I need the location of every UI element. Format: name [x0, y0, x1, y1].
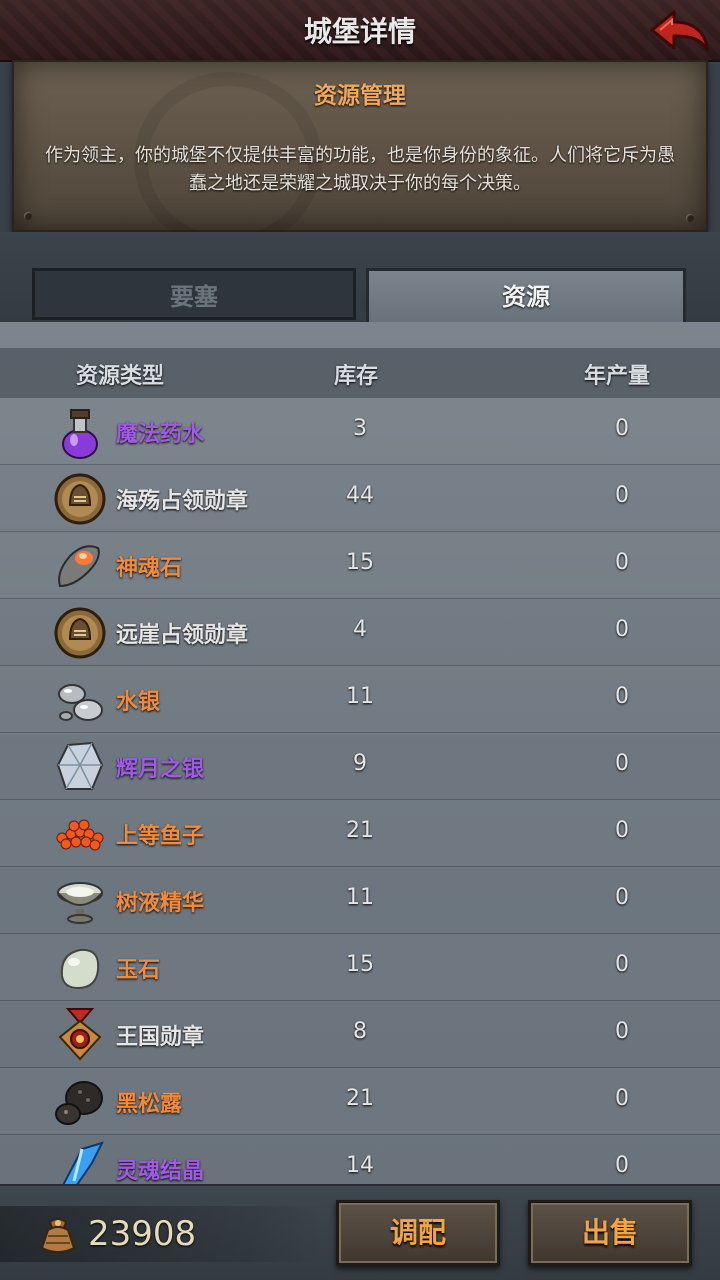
resource-stock: 15: [346, 550, 374, 575]
resource-stock: 9: [353, 751, 367, 776]
bottom-bar: 23908 调配 出售: [0, 1184, 720, 1280]
resource-stock: 3: [353, 416, 367, 441]
silver-crystal-icon: [52, 739, 108, 795]
resource-stock: 44: [346, 483, 374, 508]
back-button[interactable]: [646, 6, 712, 56]
tab-fortress[interactable]: 要塞: [32, 268, 356, 320]
table-row[interactable]: 玉石 15 0: [0, 934, 720, 1001]
jade-icon: [52, 940, 108, 996]
resource-name: 水银: [116, 690, 161, 715]
table-row[interactable]: 树液精华 11 0: [0, 867, 720, 934]
resource-yearly-output: 0: [615, 751, 629, 776]
resource-name: 灵魂结晶: [116, 1159, 205, 1184]
allocate-button[interactable]: 调配: [336, 1200, 500, 1266]
soul-stone-icon: [52, 538, 108, 594]
resource-name: 玉石: [116, 958, 161, 983]
table-row[interactable]: 灵魂结晶 14 0: [0, 1135, 720, 1184]
back-arrow-icon: [650, 10, 710, 52]
resource-stock: 21: [346, 818, 374, 843]
table-row[interactable]: 水银 11 0: [0, 666, 720, 733]
resource-stock: 14: [346, 1153, 374, 1178]
tab-resources[interactable]: 资源: [366, 268, 686, 324]
table-row[interactable]: 王国勋章 8 0: [0, 1001, 720, 1068]
column-header-yearly[interactable]: 年产量: [584, 358, 650, 390]
table-header: 资源类型 库存 年产量: [0, 348, 720, 398]
kingdom-medal-icon: [52, 1007, 108, 1063]
caviar-icon: [52, 806, 108, 862]
rivet: [686, 214, 694, 222]
resource-name: 上等鱼子: [116, 824, 205, 849]
table-row[interactable]: 黑松露 21 0: [0, 1068, 720, 1135]
resource-table[interactable]: 资源类型 库存 年产量 魔法药水 3 0 海殇占领勋章 44 0 神魂石 15 0 远崖占领勋章 4…: [0, 322, 720, 1184]
resource-stock: 21: [346, 1086, 374, 1111]
resource-stock: 11: [346, 885, 374, 910]
soul-crystal-icon: [52, 1141, 108, 1184]
resource-name: 魔法药水: [116, 422, 205, 447]
resource-yearly-output: 0: [615, 684, 629, 709]
potion-icon: [52, 404, 108, 460]
resource-name: 王国勋章: [116, 1025, 205, 1050]
resource-yearly-output: 0: [615, 818, 629, 843]
helmet-medal-icon: [52, 605, 108, 661]
resource-stock: 15: [346, 952, 374, 977]
resource-name: 神魂石: [116, 556, 183, 581]
resource-yearly-output: 0: [615, 617, 629, 642]
resource-name: 黑松露: [116, 1092, 183, 1117]
resource-name: 树液精华: [116, 891, 205, 916]
info-panel: 资源管理 作为领主，你的城堡不仅提供丰富的功能，也是你身份的象征。人们将它斥为愚…: [12, 60, 708, 250]
column-header-stock[interactable]: 库存: [334, 358, 378, 390]
resource-yearly-output: 0: [615, 1153, 629, 1178]
tabs-area: 要塞 资源: [0, 232, 720, 330]
table-row[interactable]: 辉月之银 9 0: [0, 733, 720, 800]
resource-yearly-output: 0: [615, 885, 629, 910]
resource-stock: 11: [346, 684, 374, 709]
sell-button[interactable]: 出售: [528, 1200, 692, 1266]
truffle-icon: [52, 1074, 108, 1130]
table-row[interactable]: 海殇占领勋章 44 0: [0, 465, 720, 532]
gold-sack-icon: [40, 1218, 76, 1253]
info-heading: 资源管理: [314, 83, 406, 109]
mercury-icon: [52, 672, 108, 728]
helmet-medal-icon: [52, 471, 108, 527]
resource-stock: 8: [353, 1019, 367, 1044]
table-row[interactable]: 上等鱼子 21 0: [0, 800, 720, 867]
resource-yearly-output: 0: [615, 952, 629, 977]
resource-yearly-output: 0: [615, 416, 629, 441]
resource-name: 海殇占领勋章: [116, 489, 249, 514]
resource-name: 辉月之银: [116, 757, 205, 782]
resource-yearly-output: 0: [615, 483, 629, 508]
info-body: 作为领主，你的城堡不仅提供丰富的功能，也是你身份的象征。人们将它斥为愚蠢之地还是…: [45, 145, 675, 194]
resource-yearly-output: 0: [615, 550, 629, 575]
resource-yearly-output: 0: [615, 1019, 629, 1044]
table-row[interactable]: 远崖占领勋章 4 0: [0, 599, 720, 666]
resource-name: 远崖占领勋章: [116, 623, 249, 648]
table-row[interactable]: 魔法药水 3 0: [0, 398, 720, 465]
column-header-type[interactable]: 资源类型: [76, 358, 164, 390]
sap-bowl-icon: [52, 873, 108, 929]
page-title: 城堡详情: [303, 15, 416, 48]
gold-amount: 23908: [88, 1214, 197, 1254]
table-row[interactable]: 神魂石 15 0: [0, 532, 720, 599]
gold-display: 23908: [0, 1206, 320, 1262]
rivet: [24, 212, 32, 220]
resource-yearly-output: 0: [615, 1086, 629, 1111]
resource-stock: 4: [353, 617, 367, 642]
title-bar: 城堡详情: [0, 0, 720, 62]
